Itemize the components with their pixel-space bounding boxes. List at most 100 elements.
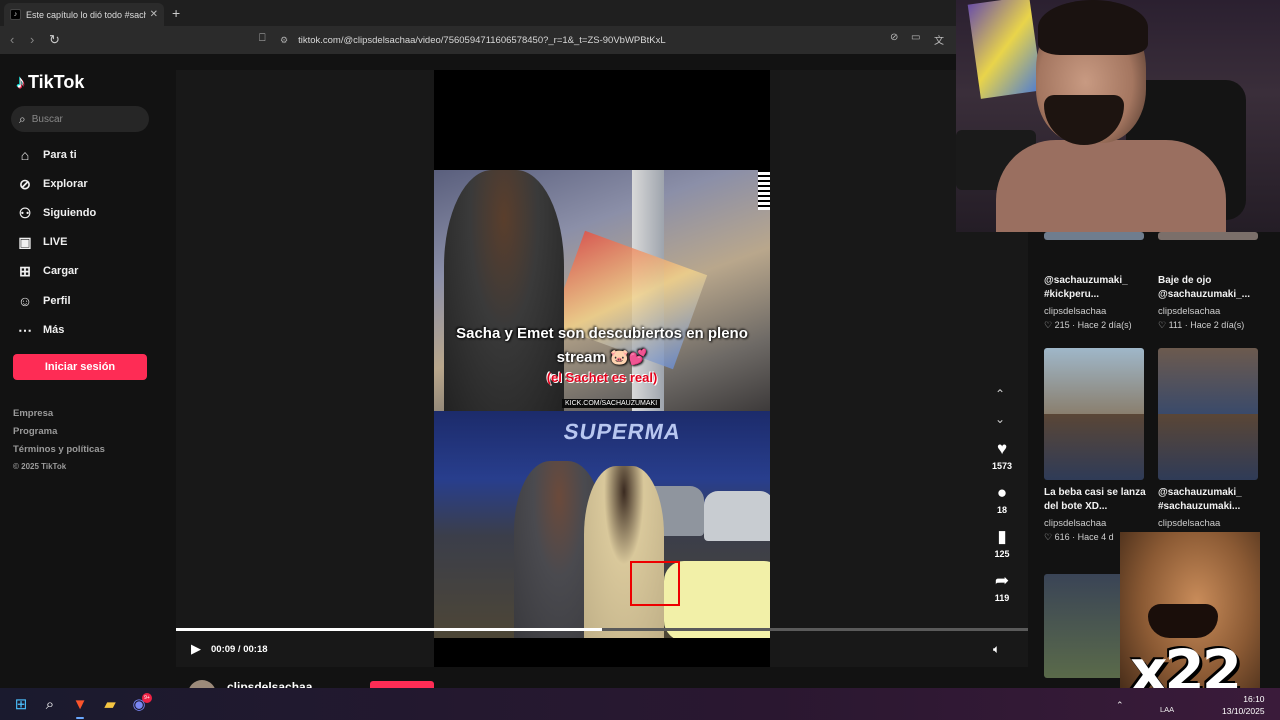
share-button[interactable]: ➦ 119: [980, 571, 1024, 603]
close-tab-icon[interactable]: ✕: [150, 9, 158, 20]
nav-explore[interactable]: ⊘ Explorar: [16, 175, 88, 193]
caption-line-2: stream 🐷💕: [556, 349, 648, 366]
thumb-bottom: [1158, 414, 1258, 480]
avatar[interactable]: [188, 680, 216, 688]
tiktok-favicon-icon: ♪: [10, 9, 21, 20]
reload-icon[interactable]: ↻: [49, 32, 60, 48]
search-icon[interactable]: ⌕: [40, 694, 60, 714]
like-button[interactable]: ♥ 1573: [980, 439, 1024, 471]
profile-icon: ☺: [17, 293, 33, 309]
address-bar[interactable]: ⚙ tiktok.com/@clipsdelsachaa/video/75605…: [280, 30, 950, 50]
video-thumbnail[interactable]: [1044, 232, 1144, 240]
bookmark-icon[interactable]: ⎕: [259, 32, 266, 45]
footer-link-company[interactable]: Empresa: [13, 408, 53, 419]
card-author[interactable]: clipsdelsachaa: [1044, 518, 1106, 529]
tiktok-logo-icon: ♪: [16, 72, 25, 92]
webcam-overlay: [956, 0, 1280, 232]
discord-badge: 9+: [142, 693, 152, 703]
upload-icon: ⊞: [19, 262, 31, 279]
nav-label: LIVE: [43, 236, 68, 248]
following-icon: ⚇: [18, 204, 32, 221]
card-author[interactable]: clipsdelsachaa: [1158, 306, 1220, 317]
more-icon: ⋯: [18, 321, 32, 338]
back-icon[interactable]: ‹: [10, 32, 14, 47]
author-name[interactable]: clipsdelsachaa: [227, 680, 312, 688]
volume-icon[interactable]: 🔈︎: [993, 642, 1000, 657]
new-tab-button[interactable]: +: [172, 5, 180, 21]
brave-browser-icon[interactable]: ▼: [70, 694, 90, 719]
language-indicator[interactable]: LAA: [1160, 705, 1174, 714]
url-text: tiktok.com/@clipsdelsachaa/video/7560594…: [298, 34, 666, 46]
home-icon: ⌂: [20, 147, 30, 163]
login-button[interactable]: Iniciar sesión: [13, 354, 147, 380]
file-explorer-icon[interactable]: ▰: [100, 694, 120, 714]
nav-more[interactable]: ⋯ Más: [16, 321, 64, 339]
card-meta: ♡ 111 · Hace 2 día(s): [1158, 320, 1245, 330]
search-icon: ⌕: [19, 111, 26, 126]
save-button[interactable]: ▮ 125: [980, 527, 1024, 559]
bookmark-icon: ▮: [997, 527, 1007, 546]
share-count: 119: [994, 593, 1010, 603]
card-author[interactable]: clipsdelsachaa: [1044, 306, 1106, 317]
card-title[interactable]: @sachauzumaki_ #sachauzumaki...: [1158, 486, 1268, 514]
cam-shirt: [996, 140, 1226, 232]
card-author[interactable]: clipsdelsachaa: [1158, 518, 1220, 529]
video-thumbnail[interactable]: [1158, 348, 1258, 480]
card-title[interactable]: @sachauzumaki_ #kickperu...: [1044, 274, 1154, 302]
card-likes: 215: [1054, 320, 1070, 330]
comment-button[interactable]: ● 18: [980, 483, 1024, 515]
previous-video-icon[interactable]: ⌃: [995, 387, 1005, 401]
tab-title: Este capítulo lo dió todo #sacha: [26, 9, 146, 20]
caption-line-1: Sacha y Emet son descubiertos en pleno: [456, 325, 748, 342]
nav-label: Perfil: [43, 295, 71, 307]
tray-chevron-icon[interactable]: ⌃: [1116, 700, 1124, 711]
windows-start-icon[interactable]: ⊞: [11, 694, 31, 714]
nav-label: Siguiendo: [43, 207, 97, 219]
progress-bar[interactable]: [176, 628, 1028, 631]
video-thumbnail[interactable]: [1158, 232, 1258, 240]
play-icon[interactable]: ▶: [191, 641, 201, 657]
tiktok-sidebar: ♪ TikTok ⌕ Buscar ⌂ Para ti ⊘ Explorar ⚇…: [0, 54, 170, 688]
nav-upload[interactable]: ⊞ Cargar: [16, 262, 78, 280]
card-age: Hace 4 d: [1077, 532, 1114, 542]
card-title[interactable]: La beba casi se lanza del bote XD...: [1044, 486, 1154, 514]
next-video-icon[interactable]: ⌄: [995, 412, 1005, 426]
share-icon: ➦: [994, 571, 1010, 590]
copyright: © 2025 TikTok: [13, 462, 67, 471]
compass-icon: ⊘: [19, 175, 31, 192]
translate-icon[interactable]: 文: [934, 32, 944, 47]
heart-outline-icon: ♡: [1158, 320, 1167, 330]
reader-mode-icon[interactable]: ⊘: [890, 32, 898, 43]
site-info-icon[interactable]: ⚙: [280, 35, 288, 46]
clock-time: 16:10: [1243, 694, 1265, 704]
heart-icon: ♥: [996, 439, 1008, 458]
footer-link-program[interactable]: Programa: [13, 426, 57, 437]
scene-car: [704, 491, 770, 541]
card-meta: ♡ 215 · Hace 2 día(s): [1044, 320, 1132, 330]
taskbar-clock[interactable]: 16:10 13/10/2025: [1222, 693, 1265, 717]
thumb-bottom: [1044, 414, 1144, 480]
tiktok-logo[interactable]: ♪ TikTok: [16, 72, 84, 93]
nav-profile[interactable]: ☺ Perfil: [16, 292, 71, 310]
cast-icon[interactable]: ▭: [911, 32, 920, 43]
follow-button[interactable]: [370, 681, 434, 688]
nav-label: Cargar: [43, 265, 79, 277]
search-input[interactable]: ⌕ Buscar: [11, 106, 149, 132]
card-title[interactable]: Baje de ojo @sachauzumaki_...: [1158, 274, 1268, 302]
footer-link-terms[interactable]: Términos y políticas: [13, 444, 105, 455]
qr-code-icon: [758, 170, 770, 210]
video-caption-red: (el Sachet es real): [546, 370, 658, 385]
browser-tab[interactable]: ♪ Este capítulo lo dió todo #sacha ✕: [4, 3, 164, 26]
video-thumbnail[interactable]: [1044, 348, 1144, 480]
nav-live[interactable]: ▣ LIVE: [16, 233, 67, 251]
forward-icon[interactable]: ›: [30, 32, 34, 47]
screen: ♪ Este capítulo lo dió todo #sacha ✕ + ‹…: [0, 0, 1280, 720]
meme-mouth: [1148, 604, 1218, 638]
nav-label: Más: [43, 324, 65, 336]
nav-following[interactable]: ⚇ Siguiendo: [16, 204, 96, 222]
nav-for-you[interactable]: ⌂ Para ti: [16, 146, 77, 164]
author-strip: clipsdelsachaa: [176, 676, 1028, 688]
card-likes: 616: [1054, 532, 1070, 542]
scene-boy: [584, 466, 664, 638]
store-sign: SUPERMA: [561, 419, 684, 444]
